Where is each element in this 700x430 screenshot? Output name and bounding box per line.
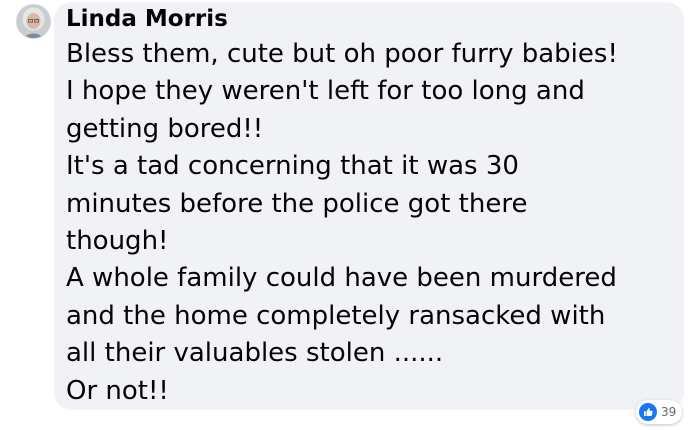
comment-line: Bless them, cute but oh poor furry babie… <box>66 39 618 69</box>
comment-line: and the home completely ransacked with <box>66 300 606 331</box>
reaction-summary[interactable]: 39 <box>636 400 683 424</box>
avatar-photo <box>17 5 50 38</box>
comment-line: getting bored!! <box>66 113 264 144</box>
reaction-count: 39 <box>661 405 677 419</box>
like-icon <box>639 403 657 421</box>
comment-line: minutes before the police got there <box>66 188 528 219</box>
comment: Linda Morris Bless them, cute but oh poo… <box>0 0 700 430</box>
comment-line: though! <box>66 226 169 257</box>
comment-bubble: Linda Morris Bless them, cute but oh poo… <box>54 2 684 410</box>
comment-line: all their valuables stolen ...... <box>66 338 444 369</box>
comment-line: It's a tad concerning that it was 30 <box>66 151 519 182</box>
comment-author[interactable]: Linda Morris <box>66 6 228 32</box>
comment-line: A whole family could have been murdered <box>66 263 617 294</box>
avatar[interactable] <box>16 4 51 39</box>
comment-line: I hope they weren't left for too long an… <box>66 76 585 107</box>
comment-body: Bless them, cute but oh poor furry babie… <box>66 36 678 410</box>
comment-line: Or not!! <box>66 375 169 406</box>
